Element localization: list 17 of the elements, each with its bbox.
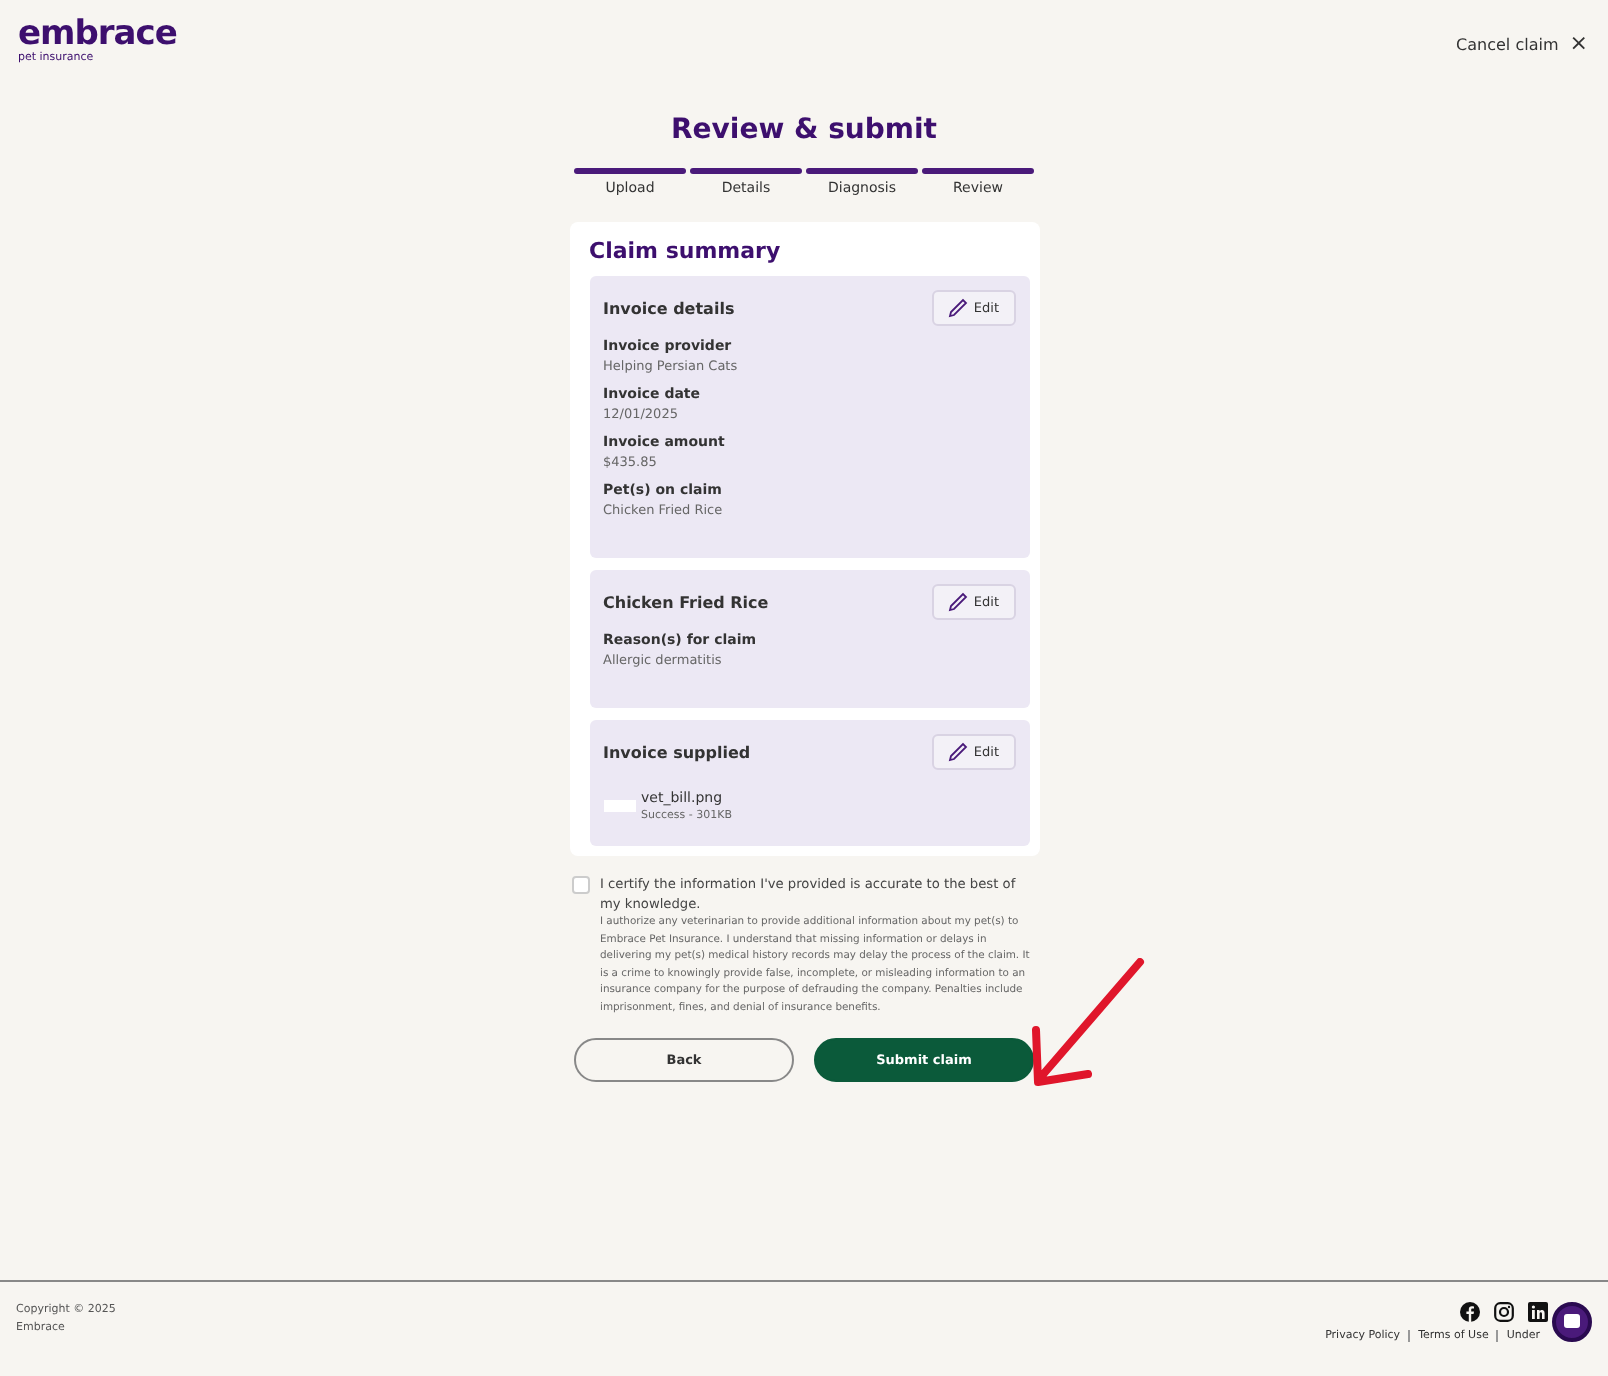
- page-title: Review & submit: [671, 114, 937, 146]
- annotation-arrow: [1028, 958, 1148, 1090]
- instagram-icon[interactable]: [1494, 1302, 1514, 1322]
- section-title: Invoice details: [603, 299, 735, 317]
- pencil-icon: [947, 742, 968, 762]
- cancel-claim-button[interactable]: Cancel claim ×: [1456, 18, 1588, 68]
- pencil-icon: [947, 592, 968, 612]
- certify-checkbox[interactable]: [572, 876, 590, 894]
- chat-icon: [1562, 1312, 1582, 1332]
- section-title: Invoice supplied: [603, 743, 751, 761]
- chat-button[interactable]: [1552, 1302, 1592, 1342]
- card-title: Claim summary: [589, 238, 783, 264]
- pencil-icon: [947, 298, 968, 318]
- section-title: Chicken Fried Rice: [603, 593, 769, 611]
- facebook-icon[interactable]: [1460, 1302, 1480, 1322]
- linkedin-icon[interactable]: [1528, 1302, 1548, 1322]
- brand-logo[interactable]: embrace: [18, 18, 177, 52]
